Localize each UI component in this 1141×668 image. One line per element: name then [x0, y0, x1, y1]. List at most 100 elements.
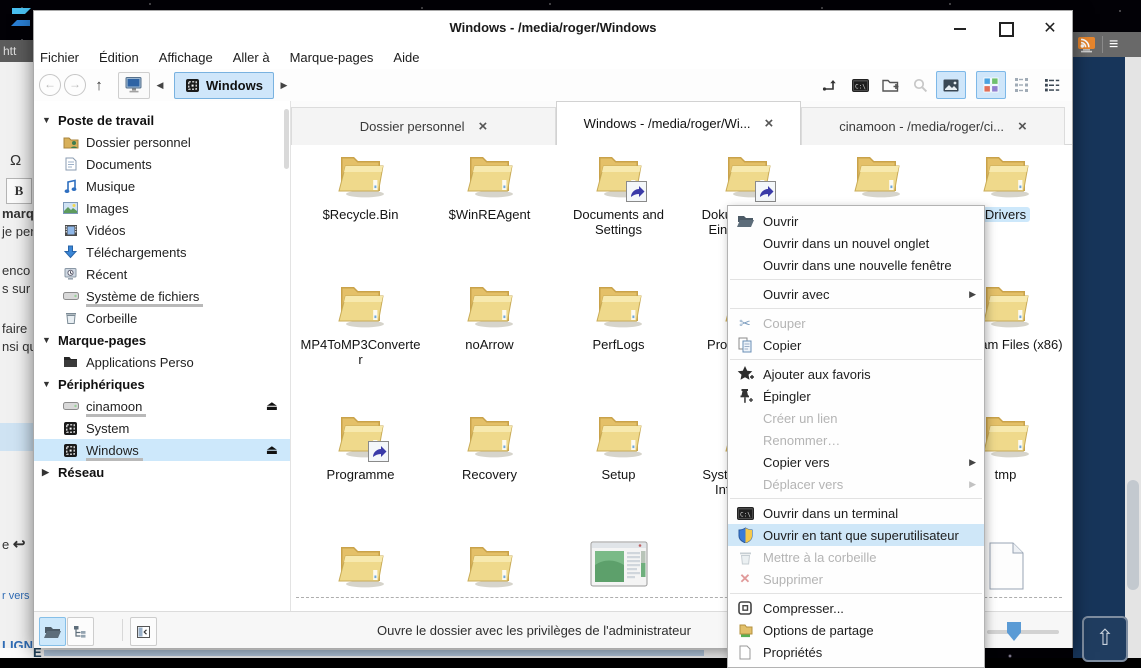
scrollbar-thumb[interactable] — [1127, 480, 1139, 590]
sidebar-item-windows[interactable]: Windows ⏏ — [34, 439, 290, 461]
menu-icon[interactable]: ≡ — [1109, 36, 1118, 54]
context-item-label: Ouvrir — [763, 214, 976, 229]
browser-urlbar[interactable]: htt — [0, 40, 33, 62]
context-item-ouvrir[interactable]: Ouvrir — [728, 210, 984, 232]
file-item-recovery[interactable]: Recovery — [425, 411, 554, 482]
titlebar[interactable]: Windows - /media/roger/Windows ✕ — [34, 11, 1072, 46]
context-item-couper[interactable]: ✂ Couper — [728, 312, 984, 334]
videos-icon — [62, 224, 79, 237]
context-item-supprimer[interactable]: ✕ Supprimer — [728, 568, 984, 590]
context-item-ajouter-aux-favoris[interactable]: Ajouter aux favoris — [728, 363, 984, 385]
tab-close-icon[interactable]: × — [1018, 118, 1027, 135]
context-item-ouvrir-dans-un-nouvel-onglet[interactable]: Ouvrir dans un nouvel onglet — [728, 232, 984, 254]
enter-path-button[interactable] — [816, 72, 844, 98]
computer-button[interactable] — [118, 72, 150, 99]
eject-icon[interactable]: ⏏ — [266, 442, 278, 458]
sidebar-scrollbar[interactable] — [284, 109, 289, 169]
sidebar-section-p-riph-riques[interactable]: ▼ Périphériques — [34, 373, 290, 395]
tab-2[interactable]: cinamoon - /media/roger/ci... × — [801, 107, 1065, 145]
sidebar-item-corbeille[interactable]: Corbeille — [34, 307, 290, 329]
tab-1[interactable]: Windows - /media/roger/Wi... × — [556, 101, 801, 145]
show-tree-button[interactable] — [67, 617, 94, 646]
context-item-d-placer-vers[interactable]: Déplacer vers ▶ — [728, 473, 984, 495]
context-item-ouvrir-dans-une-nouvelle-fen-tre[interactable]: Ouvrir dans une nouvelle fenêtre — [728, 254, 984, 276]
path-scroll-right-button[interactable]: ▶ — [277, 80, 291, 91]
scroll-to-top-button[interactable]: ⇧ — [1082, 616, 1128, 662]
zoom-slider-track[interactable] — [987, 630, 1059, 634]
context-item-label: Supprimer — [763, 572, 976, 587]
context-item-ouvrir-dans-un-terminal[interactable]: C:\ Ouvrir dans un terminal — [728, 502, 984, 524]
search-button[interactable] — [906, 72, 934, 98]
context-item-cr-er-un-lien[interactable]: Créer un lien — [728, 407, 984, 429]
path-scroll-left-button[interactable]: ◀ — [153, 80, 167, 91]
compact-view-button[interactable] — [1008, 72, 1036, 98]
file-item-setup[interactable]: Setup — [554, 411, 683, 482]
tab-close-icon[interactable]: × — [765, 115, 774, 132]
context-item-mettre-la-corbeille[interactable]: Mettre à la corbeille — [728, 546, 984, 568]
file-item--winreagent[interactable]: $WinREAgent — [425, 151, 554, 222]
context-item-ouvrir-avec[interactable]: Ouvrir avec ▶ — [728, 283, 984, 305]
menubar-item-aller-[interactable]: Aller à — [233, 50, 270, 65]
forward-button[interactable]: → — [64, 74, 86, 96]
sidebar-item-cinamoon[interactable]: cinamoon ⏏ — [34, 395, 290, 417]
back-button[interactable]: ← — [39, 74, 61, 96]
sidebar-item-r-cent[interactable]: Récent — [34, 263, 290, 285]
thumbnails-button[interactable] — [936, 71, 966, 99]
rss-icon[interactable] — [1077, 36, 1096, 53]
zoom-slider-handle[interactable] — [1007, 622, 1021, 641]
file-item--recycle-bin[interactable]: $Recycle.Bin — [296, 151, 425, 222]
file-item-perflogs[interactable]: PerfLogs — [554, 281, 683, 352]
menubar-item--dition[interactable]: Édition — [99, 50, 139, 65]
file-item-noarrow[interactable]: noArrow — [425, 281, 554, 352]
show-places-button[interactable] — [39, 617, 66, 646]
sidebar-item-images[interactable]: Images — [34, 197, 290, 219]
sidebar-item-system[interactable]: System — [34, 417, 290, 439]
maximize-button[interactable] — [996, 19, 1016, 39]
sidebar-section-poste-de-travail[interactable]: ▼ Poste de travail — [34, 109, 290, 131]
tab-close-icon[interactable]: × — [479, 118, 488, 135]
context-item-copier[interactable]: Copier — [728, 334, 984, 356]
path-button[interactable]: Windows — [174, 72, 274, 99]
open-terminal-button[interactable]: C:\ — [846, 72, 874, 98]
sidebar-item-musique[interactable]: Musique — [34, 175, 290, 197]
tab-0[interactable]: Dossier personnel × — [291, 107, 556, 145]
context-item-copier-vers[interactable]: Copier vers ▶ — [728, 451, 984, 473]
context-item-ouvrir-en-tant-que-superutilisateur[interactable]: Ouvrir en tant que superutilisateur — [728, 524, 984, 546]
context-item-options-de-partage[interactable]: Options de partage — [728, 619, 984, 641]
sidebar-item-applications-perso[interactable]: Applications Perso — [34, 351, 290, 373]
undo-arrow-icon[interactable]: e ↩ — [2, 535, 25, 553]
file-item[interactable] — [425, 541, 554, 597]
close-button[interactable]: ✕ — [1040, 19, 1060, 39]
sidebar-item-vid-os[interactable]: Vidéos — [34, 219, 290, 241]
menubar-item-marque-pages[interactable]: Marque-pages — [290, 50, 374, 65]
sidebar-item-dossier-personnel[interactable]: Dossier personnel — [34, 131, 290, 153]
file-item[interactable] — [296, 541, 425, 597]
hide-side-pane-button[interactable] — [130, 617, 157, 646]
new-folder-button[interactable] — [876, 72, 904, 98]
menubar-item-affichage[interactable]: Affichage — [159, 50, 213, 65]
minimize-button[interactable] — [950, 19, 970, 39]
bold-button[interactable]: B — [6, 178, 32, 204]
context-item-compresser-[interactable]: Compresser... — [728, 597, 984, 619]
icon-view-button[interactable] — [976, 71, 1006, 99]
context-item-propri-t-s[interactable]: Propriétés — [728, 641, 984, 663]
file-item-programme[interactable]: Programme — [296, 411, 425, 482]
detailed-view-button[interactable] — [1038, 72, 1066, 98]
context-item--pingler[interactable]: Épingler — [728, 385, 984, 407]
omega-button[interactable]: Ω — [10, 152, 21, 169]
sidebar-section-r-seau[interactable]: ▶ Réseau — [34, 461, 290, 483]
file-item-documents-and-settings[interactable]: Documents and Settings — [554, 151, 683, 237]
context-item-renommer-[interactable]: Renommer… — [728, 429, 984, 451]
menubar-item-aide[interactable]: Aide — [393, 50, 419, 65]
sidebar-item-t-l-chargements[interactable]: Téléchargements — [34, 241, 290, 263]
file-item[interactable] — [554, 541, 683, 597]
sidebar-item-syst-me-de-fichiers[interactable]: Système de fichiers — [34, 285, 290, 307]
file-item-mp4tomp3converter[interactable]: MP4ToMP3Converter — [296, 281, 425, 367]
eject-icon[interactable]: ⏏ — [266, 398, 278, 414]
sidebar-item-documents[interactable]: Documents — [34, 153, 290, 175]
link-fragment[interactable]: r vers — [2, 590, 30, 602]
sidebar-section-marque-pages[interactable]: ▼ Marque-pages — [34, 329, 290, 351]
menubar-item-fichier[interactable]: Fichier — [40, 50, 79, 65]
up-button[interactable]: ↑ — [89, 77, 109, 94]
file-item[interactable] — [812, 151, 941, 207]
